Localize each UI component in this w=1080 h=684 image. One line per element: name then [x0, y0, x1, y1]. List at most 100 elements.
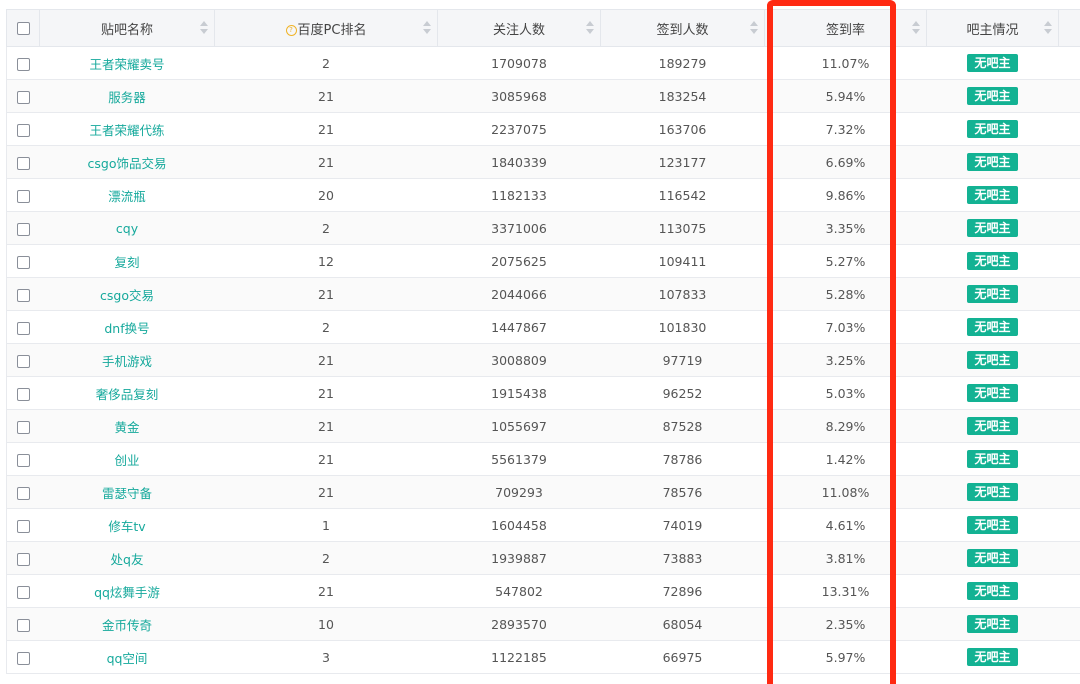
row-checkbox[interactable]: [16, 486, 30, 500]
status-badge: 无吧主: [967, 153, 1018, 171]
cell-sign: 74019: [600, 508, 765, 542]
row-checkbox[interactable]: [16, 618, 30, 632]
status-badge: 无吧主: [967, 87, 1018, 105]
table-row: 手机游戏 21 3008809 97719 3.25% 无吧主: [6, 343, 1080, 377]
tieba-name-link[interactable]: csgo交易: [100, 288, 154, 303]
cell-status: 无吧主: [926, 541, 1059, 575]
cell-status: 无吧主: [926, 574, 1059, 608]
row-checkbox[interactable]: [16, 585, 30, 599]
tieba-name-link[interactable]: csgo饰品交易: [88, 156, 167, 171]
row-checkbox[interactable]: [16, 552, 30, 566]
row-select-cell: [6, 409, 40, 443]
cell-status: 无吧主: [926, 79, 1059, 113]
tieba-name-link[interactable]: 创业: [114, 453, 139, 468]
cell-follow: 3008809: [437, 343, 601, 377]
row-checkbox[interactable]: [16, 57, 30, 71]
cell-name: 漂流瓶: [39, 178, 215, 212]
tieba-name-link[interactable]: 手机游戏: [102, 354, 152, 369]
tieba-name-link[interactable]: qq空间: [107, 651, 148, 666]
cell-name: qq炫舞手游: [39, 574, 215, 608]
cell-follow: 3371006: [437, 211, 601, 245]
cell-rank: 20: [214, 178, 438, 212]
cell-rank: 2: [214, 211, 438, 245]
row-checkbox[interactable]: [16, 354, 30, 368]
tieba-name-link[interactable]: 复刻: [114, 255, 139, 270]
tieba-name-link[interactable]: 修车tv: [108, 519, 145, 534]
row-checkbox[interactable]: [16, 288, 30, 302]
cell-sign: 183254: [600, 79, 765, 113]
sort-icon[interactable]: [750, 21, 758, 35]
header-follow[interactable]: 关注人数: [437, 9, 601, 47]
tieba-name-link[interactable]: 雷瑟守备: [102, 486, 152, 501]
cell-status: 无吧主: [926, 46, 1059, 80]
sort-icon[interactable]: [200, 21, 208, 35]
row-select-cell: [6, 640, 40, 674]
row-checkbox[interactable]: [16, 90, 30, 104]
row-checkbox[interactable]: [16, 453, 30, 467]
sort-icon[interactable]: [423, 21, 431, 35]
table-row: qq空间 3 1122185 66975 5.97% 无吧主: [6, 640, 1080, 674]
tieba-name-link[interactable]: qq炫舞手游: [94, 585, 160, 600]
cell-rank: 3: [214, 640, 438, 674]
table-body: 王者荣耀卖号 2 1709078 189279 11.07% 无吧主 服务器 21 308596…: [6, 46, 1080, 674]
tieba-name-link[interactable]: dnf换号: [104, 321, 149, 336]
cell-status: 无吧主: [926, 442, 1059, 476]
sort-icon[interactable]: [912, 21, 920, 35]
cell-sign: 189279: [600, 46, 765, 80]
cell-extra: [1058, 541, 1080, 575]
tieba-name-link[interactable]: 处q友: [111, 552, 144, 567]
tieba-name-link[interactable]: 王者荣耀代练: [89, 123, 164, 138]
cell-status: 无吧主: [926, 277, 1059, 311]
status-badge: 无吧主: [967, 483, 1018, 501]
row-select-cell: [6, 574, 40, 608]
row-select-cell: [6, 310, 40, 344]
row-select-cell: [6, 244, 40, 278]
sort-icon[interactable]: [586, 21, 594, 35]
row-select-cell: [6, 277, 40, 311]
row-checkbox[interactable]: [16, 189, 30, 203]
row-checkbox[interactable]: [16, 387, 30, 401]
cell-follow: 1709078: [437, 46, 601, 80]
cell-extra: [1058, 409, 1080, 443]
select-all-checkbox[interactable]: [16, 21, 30, 35]
page: 贴吧名称 ? 百度PC排名 关注人数 签到人数 签到率 吧主情况 王者荣耀卖号 …: [0, 0, 1080, 684]
tieba-name-link[interactable]: 漂流瓶: [108, 189, 146, 204]
cell-name: qq空间: [39, 640, 215, 674]
tieba-name-link[interactable]: 服务器: [108, 90, 146, 105]
header-rank[interactable]: ? 百度PC排名: [214, 9, 438, 47]
row-checkbox[interactable]: [16, 321, 30, 335]
header-name[interactable]: 贴吧名称: [39, 9, 215, 47]
cell-extra: [1058, 178, 1080, 212]
row-checkbox[interactable]: [16, 651, 30, 665]
table-row: qq炫舞手游 21 547802 72896 13.31% 无吧主: [6, 574, 1080, 608]
cell-follow: 709293: [437, 475, 601, 509]
row-checkbox[interactable]: [16, 420, 30, 434]
tieba-name-link[interactable]: 王者荣耀卖号: [89, 57, 164, 72]
tieba-name-link[interactable]: 奢侈品复刻: [96, 387, 159, 402]
row-checkbox[interactable]: [16, 222, 30, 236]
row-checkbox[interactable]: [16, 519, 30, 533]
cell-rank: 10: [214, 607, 438, 641]
cell-rank: 21: [214, 442, 438, 476]
header-sign[interactable]: 签到人数: [600, 9, 765, 47]
cell-rate: 13.31%: [764, 574, 927, 608]
cell-status: 无吧主: [926, 211, 1059, 245]
tieba-name-link[interactable]: cqy: [116, 221, 138, 236]
row-checkbox[interactable]: [16, 156, 30, 170]
row-select-cell: [6, 46, 40, 80]
row-checkbox[interactable]: [16, 255, 30, 269]
cell-sign: 163706: [600, 112, 765, 146]
tieba-name-link[interactable]: 黄金: [114, 420, 139, 435]
header-status[interactable]: 吧主情况: [926, 9, 1059, 47]
header-rate[interactable]: 签到率: [764, 9, 927, 47]
cell-name: 复刻: [39, 244, 215, 278]
cell-name: 手机游戏: [39, 343, 215, 377]
cell-sign: 73883: [600, 541, 765, 575]
tieba-name-link[interactable]: 金币传奇: [102, 618, 152, 633]
row-checkbox[interactable]: [16, 123, 30, 137]
status-badge: 无吧主: [967, 549, 1018, 567]
cell-rate: 7.03%: [764, 310, 927, 344]
tieba-table: 贴吧名称 ? 百度PC排名 关注人数 签到人数 签到率 吧主情况 王者荣耀卖号 …: [6, 9, 1080, 674]
info-icon: ?: [285, 24, 297, 36]
sort-icon[interactable]: [1044, 21, 1052, 35]
